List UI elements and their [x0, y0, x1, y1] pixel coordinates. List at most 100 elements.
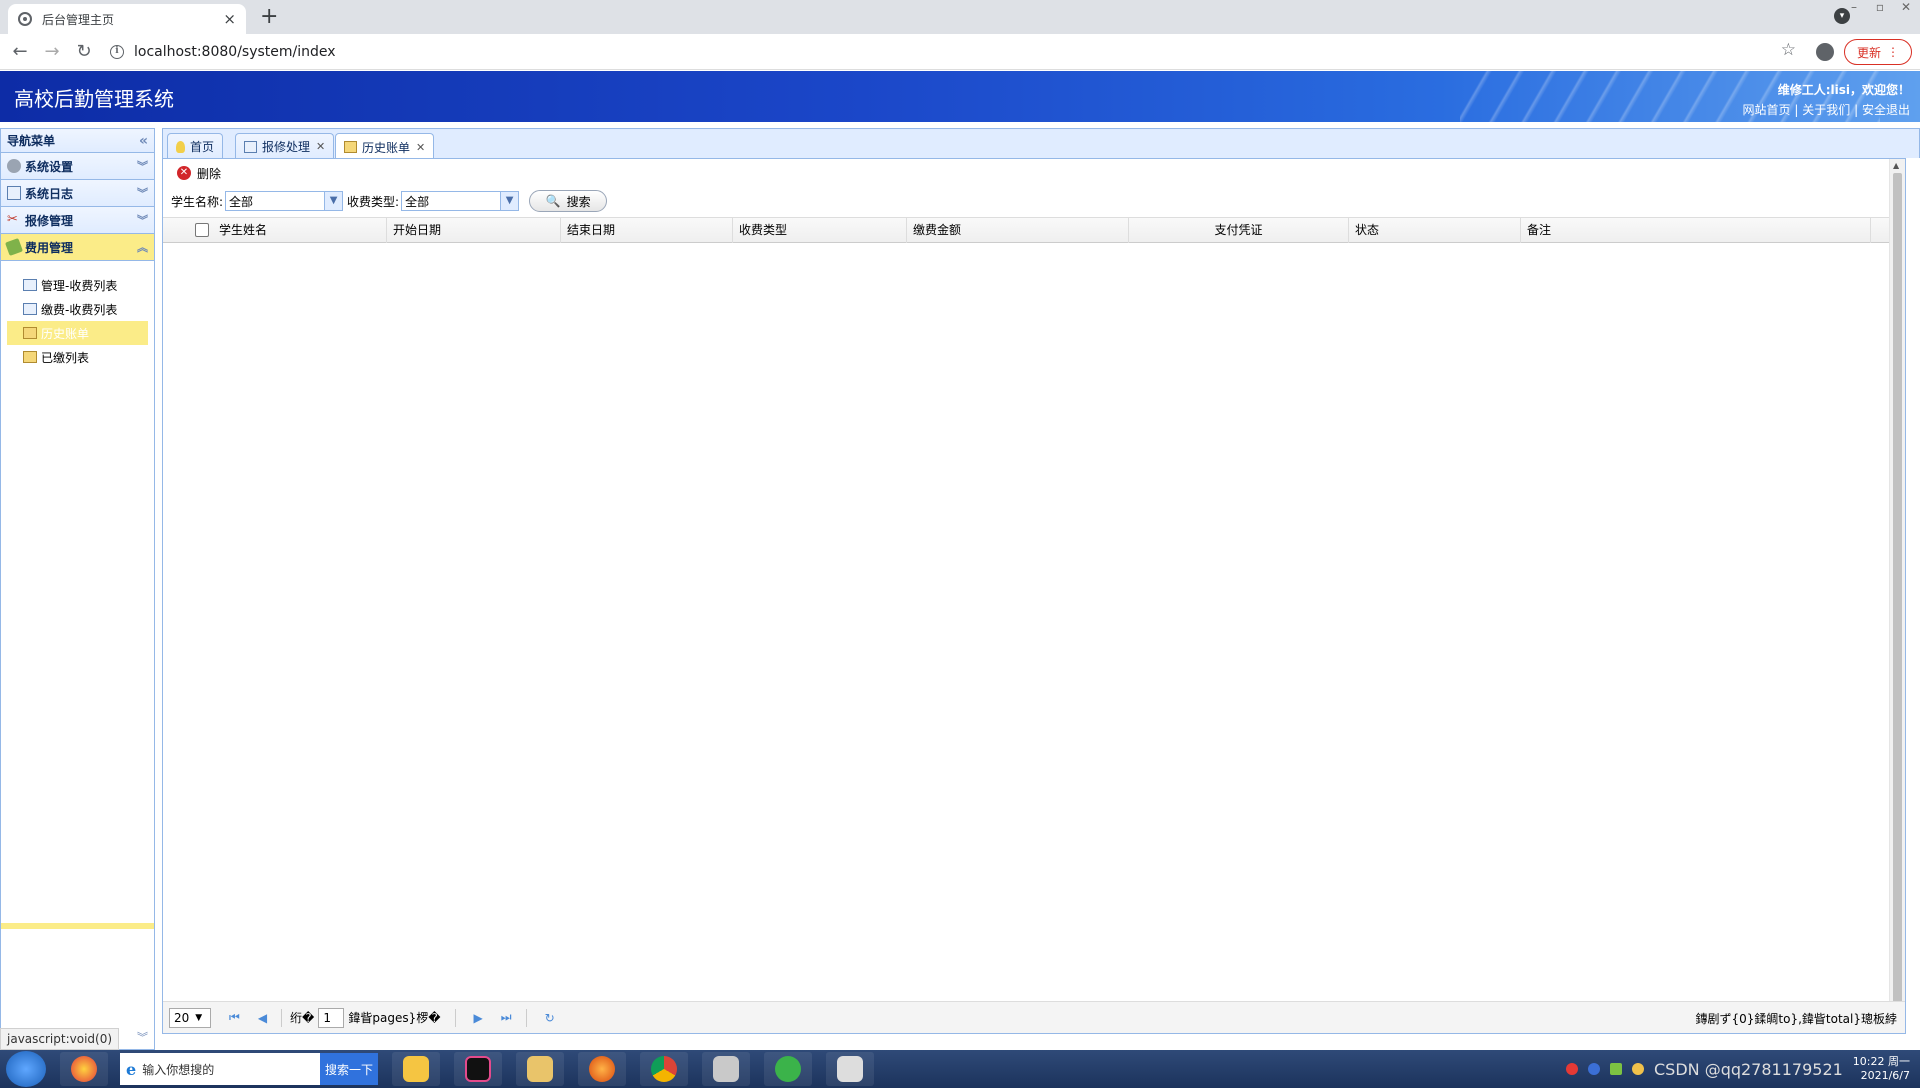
taskbar-app-remote[interactable] — [826, 1052, 874, 1086]
expand-icon[interactable]: ︾ — [137, 185, 148, 201]
link-separator: | — [1794, 103, 1799, 117]
menu-item-history-bills[interactable]: 历史账单 — [7, 321, 148, 345]
network-icon[interactable] — [1631, 1063, 1644, 1075]
close-tab-icon[interactable]: × — [223, 10, 236, 28]
next-page-icon[interactable]: ▶ — [474, 1011, 483, 1025]
url-text[interactable]: localhost:8080/system/index — [134, 44, 336, 60]
forward-icon[interactable]: → — [40, 40, 64, 64]
tab-label: 首页 — [190, 140, 215, 154]
taskbar-search-placeholder: 输入你想搜的 — [142, 1062, 215, 1077]
refresh-icon[interactable]: ↻ — [545, 1011, 555, 1025]
vertical-scrollbar[interactable]: ▲ ▼ — [1889, 159, 1905, 1033]
scroll-up-icon[interactable]: ▲ — [1893, 161, 1899, 170]
menu-item-paid-list[interactable]: 已缴列表 — [7, 345, 148, 369]
section-fees[interactable]: 费用管理 ︽ — [1, 234, 154, 261]
close-tab-icon[interactable]: ✕ — [416, 141, 425, 154]
first-page-icon[interactable]: ⏮ — [229, 1010, 240, 1025]
back-icon[interactable]: ← — [8, 40, 32, 64]
bookmark-star-icon[interactable]: ☆ — [1781, 40, 1796, 60]
column-header-fee-type[interactable]: 收费类型 — [733, 218, 907, 243]
taskbar-app-folder[interactable] — [392, 1052, 440, 1086]
grid-body — [163, 269, 1905, 997]
search-button[interactable]: 🔍 搜索 — [529, 190, 608, 212]
taskbar-app-chrome[interactable] — [640, 1052, 688, 1086]
start-button[interactable] — [6, 1051, 46, 1087]
fee-type-select[interactable]: 全部 ▼ — [401, 191, 520, 211]
student-name-select[interactable]: 全部 ▼ — [225, 191, 344, 211]
expand-icon[interactable]: ︾ — [137, 1029, 148, 1045]
expand-icon[interactable]: ︾ — [137, 212, 148, 228]
section-repair[interactable]: ✂ 报修管理 ︾ — [1, 207, 154, 234]
menu-item-manage-fees[interactable]: 管理-收费列表 — [7, 273, 148, 297]
info-icon[interactable]: i — [110, 45, 124, 59]
delete-button[interactable]: ✕ 删除 — [177, 165, 221, 182]
section-system-settings[interactable]: 系统设置 ︾ — [1, 153, 154, 180]
chevron-down-icon[interactable]: ▼ — [500, 192, 519, 210]
restore-icon[interactable]: ▫ — [1872, 0, 1888, 14]
update-button[interactable]: 更新 ⋮ — [1844, 39, 1912, 65]
taskbar-app-wechat[interactable] — [764, 1052, 812, 1086]
expand-icon[interactable]: ︾ — [137, 158, 148, 174]
close-window-icon[interactable]: ✕ — [1898, 0, 1914, 14]
profile-avatar-icon[interactable] — [1816, 43, 1834, 61]
tab-history-bills[interactable]: 历史账单 ✕ — [335, 133, 435, 160]
clock-time: 10:22 周一 — [1852, 1055, 1910, 1068]
taskbar-app-360[interactable] — [60, 1052, 108, 1086]
column-header-end-date[interactable]: 结束日期 — [561, 218, 733, 243]
browser-tab[interactable]: 后台管理主页 × — [8, 4, 246, 34]
tab-repair[interactable]: 报修处理 ✕ — [235, 133, 335, 159]
tool-icon — [713, 1056, 739, 1082]
last-page-icon[interactable]: ⏭ — [501, 1010, 512, 1025]
taskbar-search-button[interactable]: 搜索一下 — [320, 1053, 378, 1085]
content-tabs: 首页 报修处理 ✕ 历史账单 ✕ — [162, 128, 1920, 160]
nav-panel-header: 导航菜单 « — [1, 129, 154, 153]
app-header: 高校后勤管理系统 维修工人:lisi，欢迎您！ 网站首页 | 关于我们 | 安全… — [0, 71, 1920, 122]
column-header-remark[interactable]: 备注 — [1521, 218, 1871, 243]
sogou-icon[interactable] — [1565, 1063, 1578, 1075]
new-tab-button[interactable]: + — [260, 4, 278, 30]
close-tab-icon[interactable]: ✕ — [316, 140, 325, 153]
scrollbar-thumb[interactable] — [1893, 173, 1902, 1019]
link-home[interactable]: 网站首页 — [1743, 103, 1791, 117]
window-controls: – ▫ ✕ — [1846, 0, 1914, 14]
page-size-select[interactable]: 20 ▼ — [169, 1007, 211, 1028]
taskbar-app-idea[interactable] — [454, 1052, 502, 1086]
collapse-panel-icon[interactable]: « — [139, 133, 148, 149]
tools-icon: ✂ — [7, 212, 18, 227]
prev-page-icon[interactable]: ◀ — [258, 1011, 267, 1025]
collapse-icon[interactable]: ︽ — [137, 239, 148, 255]
chevron-down-icon[interactable]: ▼ — [324, 192, 343, 210]
link-about[interactable]: 关于我们 — [1802, 103, 1850, 117]
search-icon: 🔍 — [545, 194, 561, 208]
minimize-icon[interactable]: – — [1846, 0, 1862, 14]
tab-home[interactable]: 首页 — [167, 133, 224, 159]
taskbar-search-input[interactable]: e 输入你想搜的 — [120, 1053, 320, 1085]
clock[interactable]: 10:22 周一 2021/6/7 — [1853, 1055, 1910, 1083]
battery-icon[interactable] — [1609, 1063, 1622, 1075]
menu-item-label: 已缴列表 — [41, 350, 90, 365]
link-logout[interactable]: 安全退出 — [1862, 103, 1910, 117]
select-all-checkbox[interactable] — [195, 223, 209, 237]
table-icon — [7, 186, 21, 200]
column-header-status[interactable]: 状态 — [1349, 218, 1521, 243]
section-label: 费用管理 — [25, 240, 74, 255]
address-bar: ← → ↻ i localhost:8080/system/index ☆ 更新… — [0, 34, 1920, 70]
help-icon[interactable] — [1587, 1063, 1600, 1075]
section-label: 系统日志 — [25, 186, 74, 201]
column-header-start-date[interactable]: 开始日期 — [387, 218, 561, 243]
pager-info: 鏄剧ず{0}鍒皗to},鍏眥total}璁板綍 — [1695, 1012, 1897, 1026]
column-header-student[interactable]: 学生姓名 — [213, 218, 387, 243]
taskbar-app-explorer[interactable] — [516, 1052, 564, 1086]
page-number-input[interactable]: 1 — [318, 1007, 345, 1028]
student-name-label: 学生名称: — [171, 194, 224, 209]
reload-icon[interactable]: ↻ — [72, 40, 96, 64]
taskbar-app-firefox[interactable] — [578, 1052, 626, 1086]
column-header-amount[interactable]: 缴费金额 — [907, 218, 1129, 243]
taskbar-app-tool[interactable] — [702, 1052, 750, 1086]
header-links: 网站首页 | 关于我们 | 安全退出 — [1743, 101, 1910, 118]
section-system-log[interactable]: 系统日志 ︾ — [1, 180, 154, 207]
column-header-receipt[interactable]: 支付凭证 — [1129, 218, 1349, 243]
omnibox[interactable]: i localhost:8080/system/index — [110, 38, 1780, 66]
menu-item-pay-fees[interactable]: 缴费-收费列表 — [7, 297, 148, 321]
page-prefix: 绗� — [290, 1011, 315, 1025]
